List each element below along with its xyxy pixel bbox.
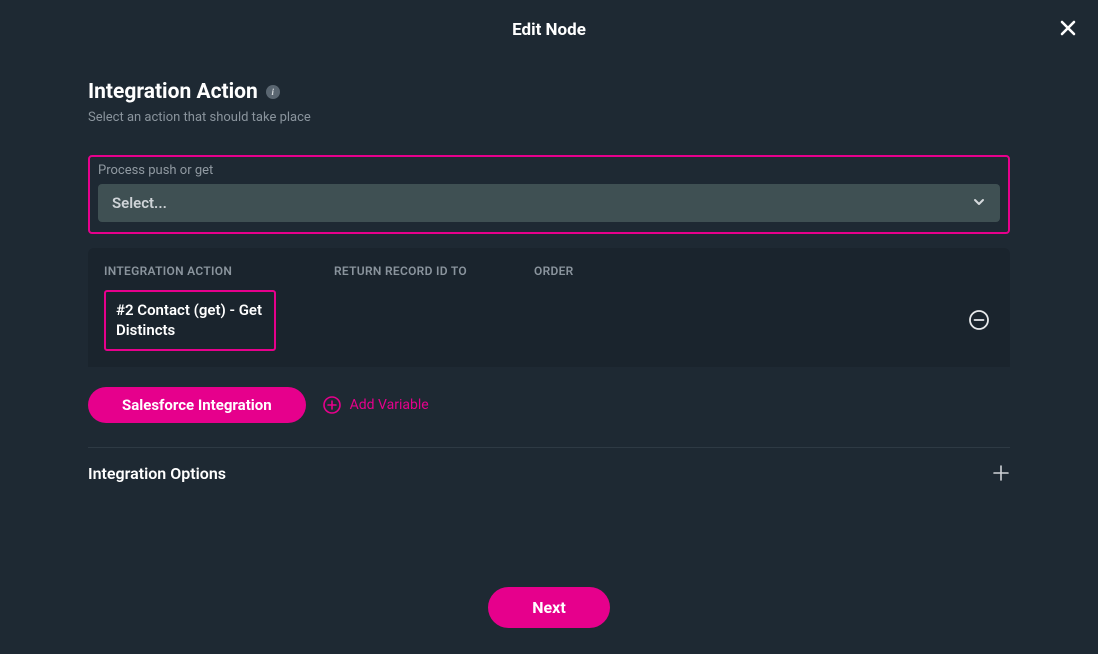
modal-content: Integration Action i Select an action th…: [0, 60, 1098, 499]
remove-row-button[interactable]: [968, 309, 990, 331]
col-integration-action: INTEGRATION ACTION: [104, 264, 334, 278]
modal-header: Edit Node: [0, 0, 1098, 60]
expand-options-button[interactable]: [992, 464, 1010, 482]
table-row: #2 Contact (get) - Get Distincts: [88, 288, 1010, 367]
chevron-down-icon: [972, 194, 986, 213]
close-button[interactable]: [1058, 18, 1078, 38]
actions-row: Salesforce Integration Add Variable: [88, 387, 1010, 423]
add-variable-label: Add Variable: [350, 397, 429, 413]
process-select[interactable]: Select...: [98, 184, 1000, 222]
modal-title: Edit Node: [512, 20, 586, 40]
section-title-row: Integration Action i: [88, 80, 280, 104]
integration-action-cell[interactable]: #2 Contact (get) - Get Distincts: [104, 290, 276, 351]
next-button[interactable]: Next: [488, 587, 609, 628]
integration-options-label: Integration Options: [88, 464, 226, 483]
col-order: ORDER: [534, 264, 938, 278]
add-variable-button[interactable]: Add Variable: [322, 395, 429, 415]
section-title: Integration Action: [88, 80, 258, 104]
close-icon: [1058, 18, 1078, 38]
plus-circle-icon: [322, 395, 342, 415]
plus-icon: [992, 464, 1010, 482]
info-icon[interactable]: i: [266, 85, 280, 99]
section-subtitle: Select an action that should take place: [88, 110, 1010, 125]
col-return-record-id: RETURN RECORD ID TO: [334, 264, 534, 278]
process-select-placeholder: Select...: [112, 194, 167, 212]
modal-footer: Next: [0, 587, 1098, 628]
integration-table: INTEGRATION ACTION RETURN RECORD ID TO O…: [88, 248, 1010, 367]
minus-circle-icon: [968, 309, 990, 331]
process-select-container: Process push or get Select...: [88, 155, 1010, 234]
salesforce-integration-button[interactable]: Salesforce Integration: [88, 387, 306, 423]
integration-options-row[interactable]: Integration Options: [88, 448, 1010, 499]
process-label: Process push or get: [98, 163, 1000, 178]
table-header-row: INTEGRATION ACTION RETURN RECORD ID TO O…: [88, 248, 1010, 288]
